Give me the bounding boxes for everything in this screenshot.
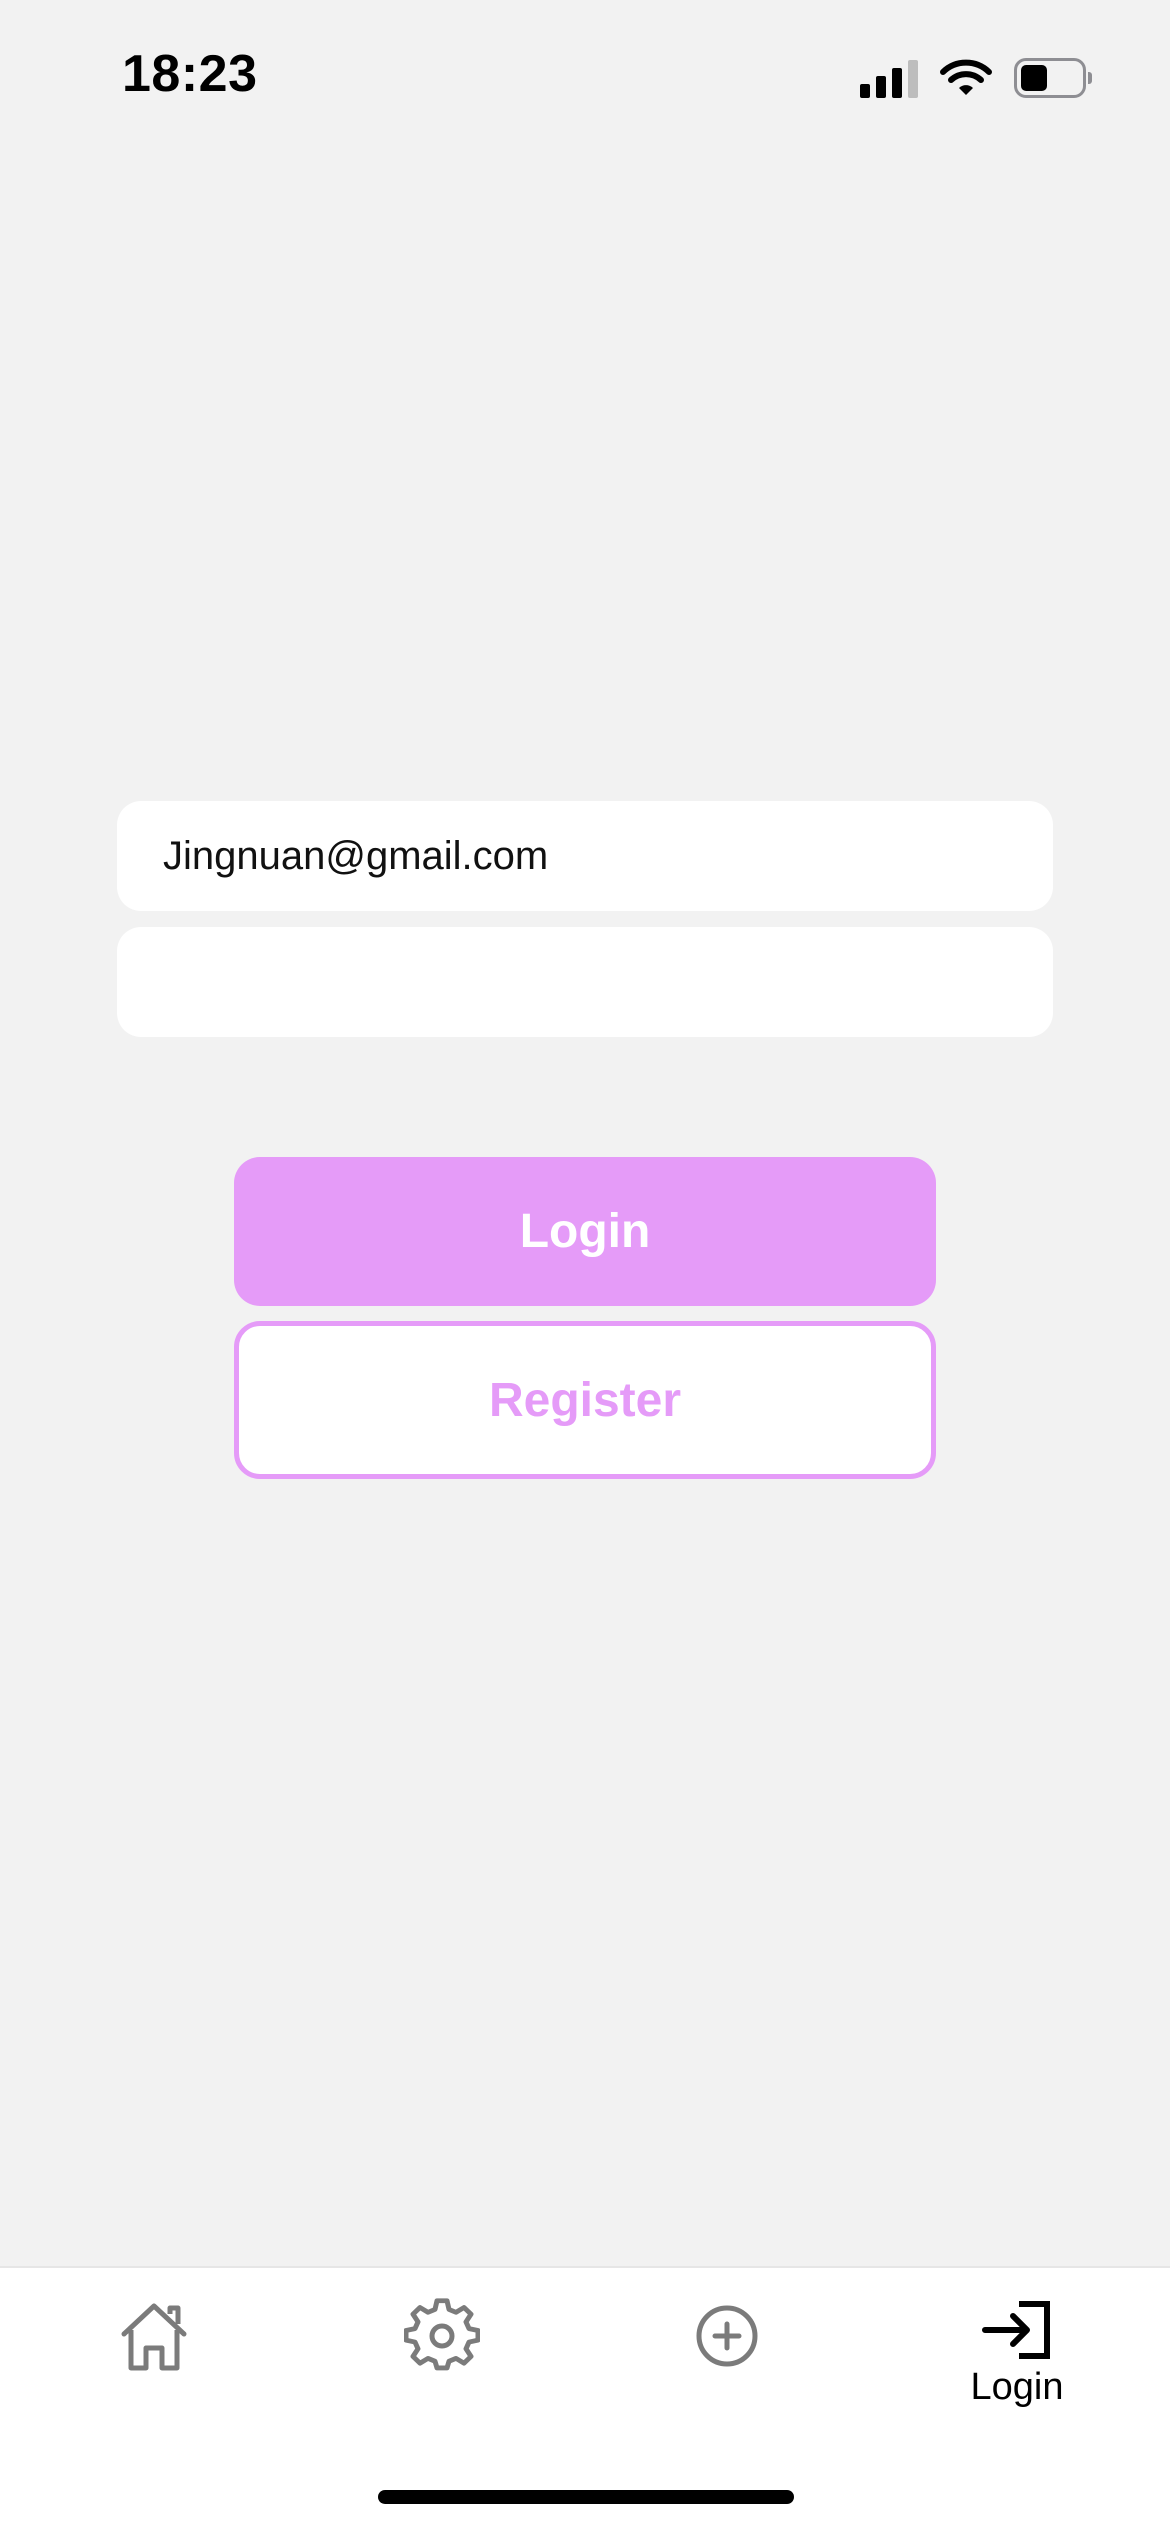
email-field[interactable] bbox=[117, 801, 1053, 911]
add-circle-icon bbox=[696, 2305, 758, 2367]
cellular-signal-icon bbox=[860, 58, 918, 98]
home-indicator bbox=[378, 2490, 794, 2504]
wifi-icon bbox=[940, 59, 992, 95]
tab-settings[interactable] bbox=[352, 2298, 532, 2448]
battery-icon bbox=[1014, 58, 1092, 98]
login-button[interactable]: Login bbox=[234, 1157, 936, 1306]
gear-icon bbox=[404, 2298, 480, 2371]
login-button-label: Login bbox=[519, 1205, 651, 1258]
home-icon bbox=[121, 2303, 187, 2371]
password-field[interactable] bbox=[117, 927, 1053, 1037]
status-time: 18:23 bbox=[122, 45, 258, 103]
tab-add[interactable] bbox=[637, 2298, 817, 2448]
tab-login[interactable]: Login bbox=[927, 2298, 1107, 2448]
login-icon bbox=[982, 2301, 1050, 2359]
register-button-label: Register bbox=[488, 1373, 682, 1427]
tab-home[interactable] bbox=[64, 2298, 244, 2448]
status-icons bbox=[860, 56, 1092, 100]
tab-login-label: Login bbox=[970, 2366, 1064, 2408]
tab-bar: Login bbox=[0, 2266, 1170, 2532]
status-bar: 18:23 bbox=[0, 0, 1170, 150]
login-screen: 18:23 Login Register bbox=[0, 0, 1170, 2532]
register-button[interactable]: Register bbox=[234, 1321, 936, 1479]
